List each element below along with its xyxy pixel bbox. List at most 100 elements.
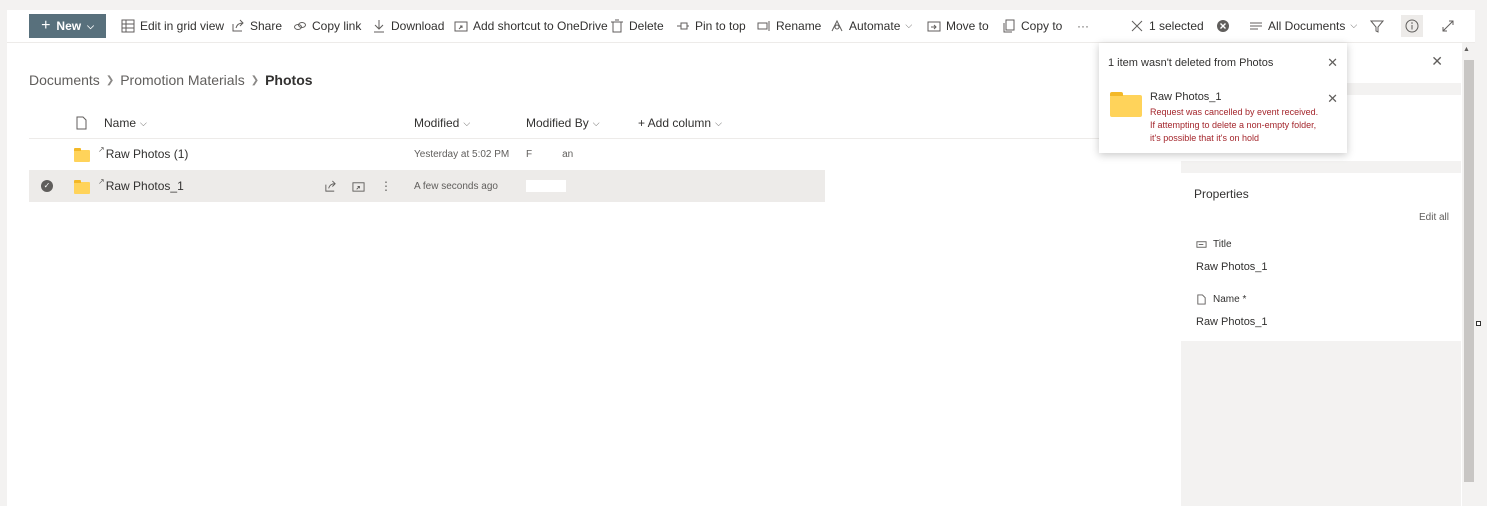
- copy-link-button[interactable]: Copy link: [293, 10, 361, 41]
- command-bar: + New ⌵ Edit in grid view Share Copy lin…: [7, 10, 1475, 43]
- close-icon: [1130, 19, 1144, 33]
- folder-icon: [74, 180, 90, 194]
- move-label: Move to: [946, 18, 989, 33]
- share-label: Share: [250, 18, 283, 33]
- view-icon: [1249, 19, 1263, 33]
- automate-label: Automate: [849, 18, 901, 33]
- column-modified-label: Modified: [414, 116, 460, 130]
- row-modified-by: F an: [526, 138, 573, 170]
- row-name-cell[interactable]: ↗ Raw Photos_1: [98, 170, 184, 202]
- delete-error-toast: 1 item wasn't deleted from Photos ✕ Raw …: [1099, 43, 1347, 153]
- copy-icon: [1002, 19, 1016, 33]
- share-button[interactable]: Share: [231, 10, 282, 41]
- view-switcher[interactable]: All Documents ⌵: [1249, 10, 1357, 41]
- plus-icon: +: [41, 17, 51, 34]
- file-type-icon[interactable]: [74, 116, 88, 130]
- modified-by-suffix: an: [562, 148, 574, 160]
- properties-section: Properties Edit all Title Raw Photos_1 N…: [1181, 173, 1461, 341]
- clear-circle-icon[interactable]: [1212, 15, 1234, 37]
- table-row[interactable]: ↗ Raw Photos (1) Yesterday at 5:02 PM F …: [29, 138, 825, 170]
- copy-to-button[interactable]: Copy to: [1002, 10, 1062, 41]
- column-name-label: Name: [104, 116, 137, 130]
- add-shortcut-button[interactable]: Add shortcut to OneDrive: [454, 10, 608, 41]
- copy-to-label: Copy to: [1021, 18, 1063, 33]
- automate-icon: [830, 19, 844, 33]
- close-icon[interactable]: ✕: [1327, 91, 1338, 107]
- filter-icon[interactable]: [1366, 15, 1388, 37]
- redacted-area: [526, 180, 566, 192]
- close-icon[interactable]: ✕: [1431, 53, 1443, 70]
- more-button[interactable]: ···: [1077, 10, 1089, 41]
- name-label-text: Name *: [1213, 294, 1247, 305]
- column-header-modified[interactable]: Modified ⌵: [414, 116, 470, 130]
- rename-label: Rename: [776, 18, 822, 33]
- add-shortcut-label: Add shortcut to OneDrive: [473, 18, 608, 33]
- rename-button[interactable]: Rename: [757, 10, 821, 41]
- share-icon[interactable]: [323, 179, 337, 193]
- row-name[interactable]: Raw Photos (1): [106, 147, 189, 161]
- close-icon[interactable]: ✕: [1327, 55, 1338, 71]
- add-column-button[interactable]: + Add column ⌵: [638, 116, 722, 130]
- kebab-icon[interactable]: ⋮: [379, 179, 393, 193]
- breadcrumb-documents[interactable]: Documents: [29, 72, 100, 88]
- chevron-down-icon: ⌵: [715, 117, 722, 128]
- scroll-up-icon[interactable]: ▲: [1463, 46, 1470, 53]
- name-property-label: Name *: [1196, 294, 1246, 305]
- pin-to-top-button[interactable]: Pin to top: [676, 10, 746, 41]
- pin-icon: [676, 19, 690, 33]
- download-button[interactable]: Download: [372, 10, 444, 41]
- title-property-value[interactable]: Raw Photos_1: [1196, 261, 1268, 273]
- shortcut-icon[interactable]: [351, 179, 365, 193]
- text-field-icon: [1196, 239, 1207, 250]
- new-button[interactable]: + New ⌵: [29, 14, 106, 38]
- sync-icon: ↗: [98, 176, 105, 186]
- row-modified-by: [526, 170, 566, 202]
- move-to-button[interactable]: Move to: [927, 10, 989, 41]
- trash-icon: [610, 19, 624, 33]
- chevron-right-icon: ❯: [105, 74, 115, 86]
- column-header-modified-by[interactable]: Modified By ⌵: [526, 116, 600, 130]
- chevron-down-icon: ⌵: [905, 20, 913, 30]
- row-name[interactable]: Raw Photos_1: [106, 179, 184, 193]
- toast-item-name: Raw Photos_1: [1150, 91, 1222, 103]
- breadcrumb-current: Photos: [265, 72, 313, 88]
- expand-icon[interactable]: [1437, 15, 1459, 37]
- row-modified: A few seconds ago: [414, 180, 498, 192]
- edit-grid-label: Edit in grid view: [140, 18, 225, 33]
- sync-icon: ↗: [98, 144, 105, 154]
- link-icon: [293, 19, 307, 33]
- file-icon: [1196, 294, 1207, 305]
- grid-icon: [121, 19, 135, 33]
- modified-by-initial: F: [526, 148, 533, 160]
- breadcrumb: Documents ❯ Promotion Materials ❯ Photos: [29, 72, 313, 88]
- copy-link-label: Copy link: [312, 18, 362, 33]
- rename-icon: [757, 19, 771, 33]
- scrollbar-thumb[interactable]: [1464, 60, 1474, 482]
- name-property-value[interactable]: Raw Photos_1: [1196, 316, 1268, 328]
- automate-button[interactable]: Automate ⌵: [830, 10, 912, 41]
- chevron-down-icon: ⌵: [463, 117, 471, 128]
- toast-title: 1 item wasn't deleted from Photos: [1108, 57, 1274, 69]
- breadcrumb-promotion-materials[interactable]: Promotion Materials: [120, 72, 245, 88]
- folder-icon: [74, 148, 90, 162]
- delete-label: Delete: [629, 18, 664, 33]
- view-label: All Documents: [1268, 18, 1346, 33]
- more-label: ···: [1077, 18, 1089, 33]
- download-icon: [372, 19, 386, 33]
- edit-all-link[interactable]: Edit all: [1419, 212, 1449, 223]
- chevron-down-icon: ⌵: [1350, 20, 1358, 30]
- info-icon[interactable]: [1401, 15, 1423, 37]
- column-header-name[interactable]: Name ⌵: [104, 116, 147, 130]
- edit-grid-button[interactable]: Edit in grid view: [121, 10, 224, 41]
- chevron-down-icon: ⌵: [87, 20, 94, 31]
- add-column-label: + Add column: [638, 116, 712, 130]
- row-name-cell[interactable]: ↗ Raw Photos (1): [98, 138, 188, 170]
- resize-handle[interactable]: [1476, 321, 1481, 326]
- table-row[interactable]: ✓ ↗ Raw Photos_1 ⋮ A few seconds ago: [29, 170, 825, 202]
- title-property-label: Title: [1196, 239, 1232, 250]
- checkmark-icon[interactable]: ✓: [41, 180, 53, 192]
- clear-selection-button[interactable]: 1 selected: [1130, 10, 1204, 41]
- chevron-right-icon: ❯: [250, 74, 260, 86]
- delete-button[interactable]: Delete: [610, 10, 664, 41]
- chevron-down-icon: ⌵: [592, 117, 600, 128]
